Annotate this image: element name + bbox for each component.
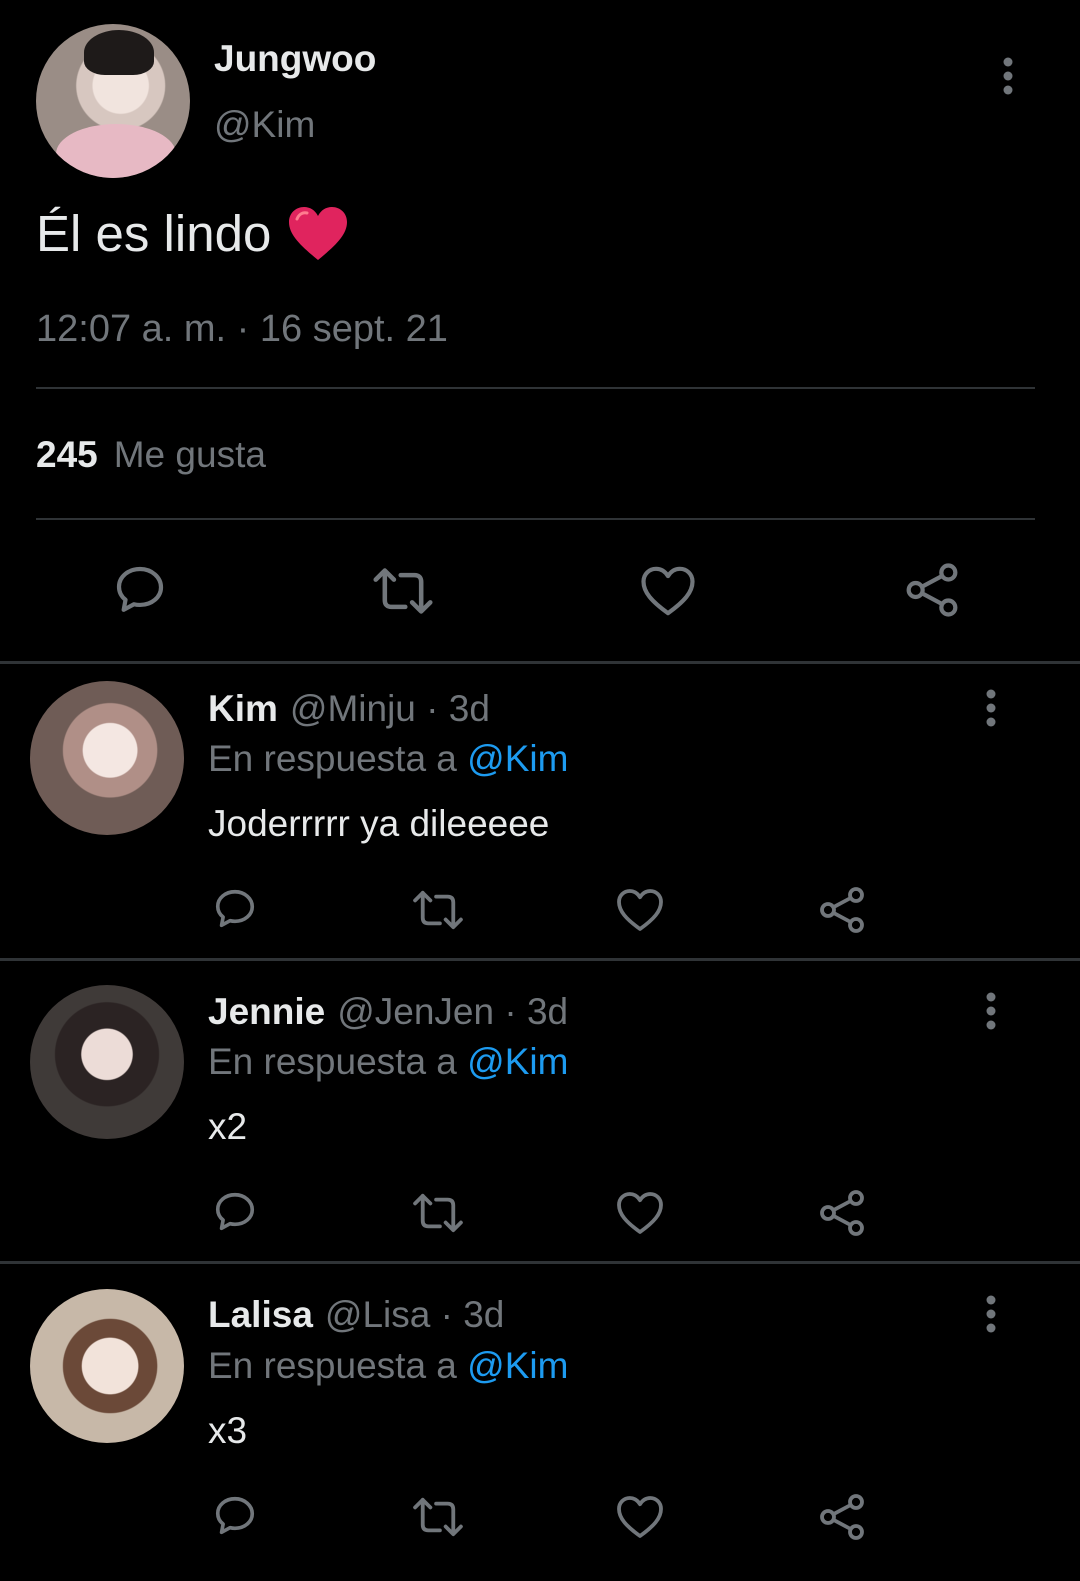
reply-author-handle[interactable]: @Minju: [290, 688, 416, 729]
divider: [0, 661, 1080, 664]
reply-avatar[interactable]: [30, 681, 184, 835]
retweet-icon[interactable]: [411, 1192, 465, 1234]
reply-author-name[interactable]: Lalisa: [208, 1294, 313, 1335]
likes-label: Me gusta: [113, 434, 266, 475]
reply-prefix: En respuesta a: [208, 1345, 457, 1386]
reply-avatar[interactable]: [30, 985, 184, 1139]
reply-to-link[interactable]: @Kim: [467, 1041, 568, 1082]
reply-icon[interactable]: [212, 1493, 258, 1539]
share-icon[interactable]: [818, 1493, 866, 1541]
like-icon[interactable]: [640, 564, 696, 618]
retweet-icon[interactable]: [372, 566, 434, 616]
reply-to-link[interactable]: @Kim: [467, 1345, 568, 1386]
red-heart-emoji-icon: [287, 206, 349, 262]
divider: [36, 518, 1035, 520]
reply-text: x3: [208, 1410, 248, 1451]
retweet-icon[interactable]: [411, 1496, 465, 1538]
reply-icon[interactable]: [112, 562, 168, 618]
tweet-timestamp[interactable]: 12:07 a. m. · 16 sept. 21: [36, 308, 448, 351]
divider: [0, 1261, 1080, 1264]
more-options-icon[interactable]: [980, 688, 1002, 728]
author-handle[interactable]: @Kim: [214, 104, 315, 146]
more-options-icon[interactable]: [980, 1294, 1002, 1334]
reply-age: · 3d: [440, 1294, 505, 1335]
reply-icon[interactable]: [212, 1189, 258, 1235]
author-name[interactable]: Jungwoo: [214, 38, 376, 80]
like-icon[interactable]: [616, 1190, 664, 1236]
reply-prefix: En respuesta a: [208, 738, 457, 779]
reply-to-link[interactable]: @Kim: [467, 738, 568, 779]
share-icon[interactable]: [904, 562, 960, 618]
reply-author-name[interactable]: Jennie: [208, 991, 325, 1032]
more-options-icon[interactable]: [980, 991, 1002, 1031]
reply-age: · 3d: [426, 688, 490, 729]
reply-age: · 3d: [504, 991, 569, 1032]
likes-count: 245: [36, 434, 98, 475]
divider: [36, 387, 1035, 389]
reply-header: Jennie @JenJen · 3d: [208, 991, 568, 1033]
share-icon[interactable]: [818, 886, 866, 934]
more-options-icon[interactable]: [996, 56, 1020, 96]
reply-context: En respuesta a @Kim: [208, 1041, 568, 1083]
reply-header: Kim @Minju · 3d: [208, 688, 490, 730]
author-avatar[interactable]: [36, 24, 190, 178]
reply-prefix: En respuesta a: [208, 1041, 457, 1082]
reply-text: Joderrrrr ya dileeeee: [208, 803, 550, 844]
share-icon[interactable]: [818, 1189, 866, 1237]
reply-author-handle[interactable]: @Lisa: [325, 1294, 430, 1335]
like-icon[interactable]: [616, 1494, 664, 1540]
reply-avatar[interactable]: [30, 1289, 184, 1443]
retweet-icon[interactable]: [411, 889, 465, 931]
reply-context: En respuesta a @Kim: [208, 1345, 568, 1387]
tweet-text-row: Él es lindo: [36, 204, 349, 263]
reply-text: x2: [208, 1106, 248, 1147]
reply-icon[interactable]: [212, 886, 258, 932]
divider: [0, 958, 1080, 961]
reply-author-handle[interactable]: @JenJen: [337, 991, 494, 1032]
reply-context: En respuesta a @Kim: [208, 738, 568, 780]
reply-header: Lalisa @Lisa · 3d: [208, 1294, 504, 1336]
reply-author-name[interactable]: Kim: [208, 688, 278, 729]
like-icon[interactable]: [616, 887, 664, 933]
tweet-text: Él es lindo: [36, 205, 272, 262]
likes-summary[interactable]: 245 Me gusta: [36, 434, 266, 476]
